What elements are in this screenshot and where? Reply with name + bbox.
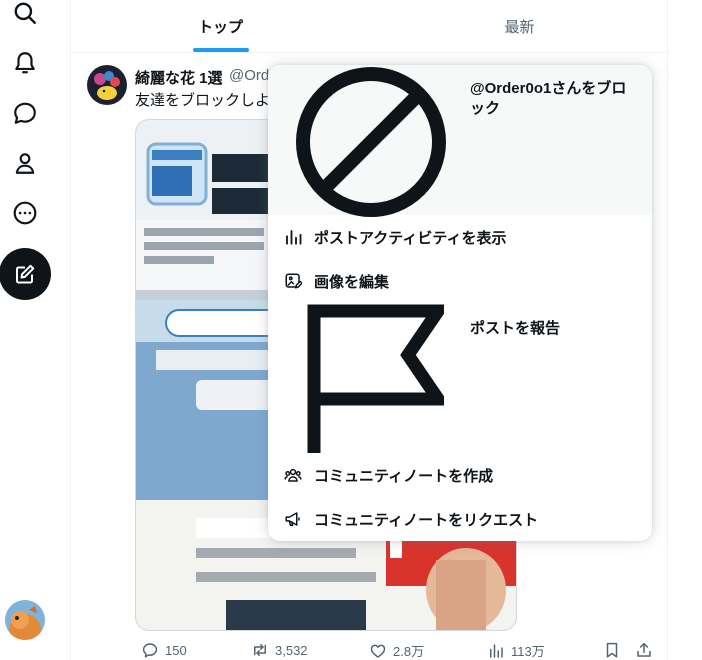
people-icon [284,468,302,482]
post-author-avatar[interactable] [87,65,127,105]
messages-button[interactable] [0,88,50,138]
more-button[interactable] [0,188,50,238]
tab-latest-label: 最新 [504,18,535,36]
chat-bubble-icon [14,102,36,124]
compose-post-button[interactable] [0,248,51,300]
menu-item-report-post-label: ポストを報告 [470,320,561,337]
explore-button[interactable] [0,0,50,38]
reply-button[interactable]: 150 [141,641,187,659]
menu-item-write-community-note-label: コミュニティノートを作成 [314,468,494,485]
share-icon [637,642,651,657]
post-text: 友達をブロックしよう [135,92,271,109]
heart-icon [370,644,386,658]
search-icon [14,2,36,24]
post-options-menu: @Order0o1さんをブロック ポストアクティビティを表示 画像を編集 ポスト… [268,65,652,541]
post-author-handle[interactable]: @Order0o1 [229,67,269,84]
repost-icon [254,644,266,656]
view-count: 113万 [511,644,545,659]
menu-item-post-activity[interactable]: ポストアクティビティを表示 [268,215,652,259]
menu-item-post-activity-label: ポストアクティビティを表示 [314,230,507,247]
reply-icon [142,643,158,658]
menu-item-write-community-note[interactable]: コミュニティノートを作成 [268,453,652,497]
menu-item-report-post[interactable]: ポストを報告 [268,303,652,457]
person-icon [15,153,35,174]
menu-item-request-community-note-label: コミュニティノートをリクエスト [314,512,539,529]
image-edit-icon [285,273,302,289]
post-author-name[interactable]: 綺麗な花 1選 [135,67,223,88]
post-author-avatar-image [87,65,127,105]
tab-top-label: トップ [197,18,243,36]
left-nav-rail [0,0,52,660]
menu-item-request-community-note[interactable]: コミュニティノートをリクエスト [268,497,652,541]
menu-item-edit-image[interactable]: 画像を編集 [268,259,652,303]
more-circle-icon [13,201,37,225]
like-count: 2.8万 [393,644,425,659]
views-button[interactable]: 113万 [487,641,545,660]
tab-top[interactable]: トップ [71,0,370,52]
tab-latest[interactable]: 最新 [370,0,669,52]
bookmark-button[interactable] [603,641,621,659]
bell-icon [15,52,35,74]
profile-button[interactable] [0,138,50,188]
active-tab-indicator [192,48,249,52]
repost-count: 3,532 [275,642,308,658]
bar-chart-icon [286,230,302,245]
compose-icon [16,264,35,284]
menu-item-edit-image-label: 画像を編集 [314,274,390,291]
menu-item-block-user-label: @Order0o1さんをブロック [470,80,627,117]
views-icon [490,643,503,658]
notifications-button[interactable] [0,38,50,88]
timeline-tabs: トップ 最新 [71,0,669,53]
account-avatar[interactable] [5,600,45,640]
flag-icon [307,304,444,453]
bookmark-icon [606,642,618,658]
post-actions: 150 3,532 2.8万 113万 [135,641,669,660]
repost-button[interactable]: 3,532 [251,641,308,659]
like-button[interactable]: 2.8万 [369,641,424,660]
account-avatar-image [5,600,45,640]
megaphone-icon [285,512,300,527]
menu-item-block-user[interactable]: @Order0o1さんをブロック [268,65,652,217]
block-icon [296,67,446,217]
share-button[interactable] [635,641,653,659]
reply-count: 150 [165,642,187,658]
